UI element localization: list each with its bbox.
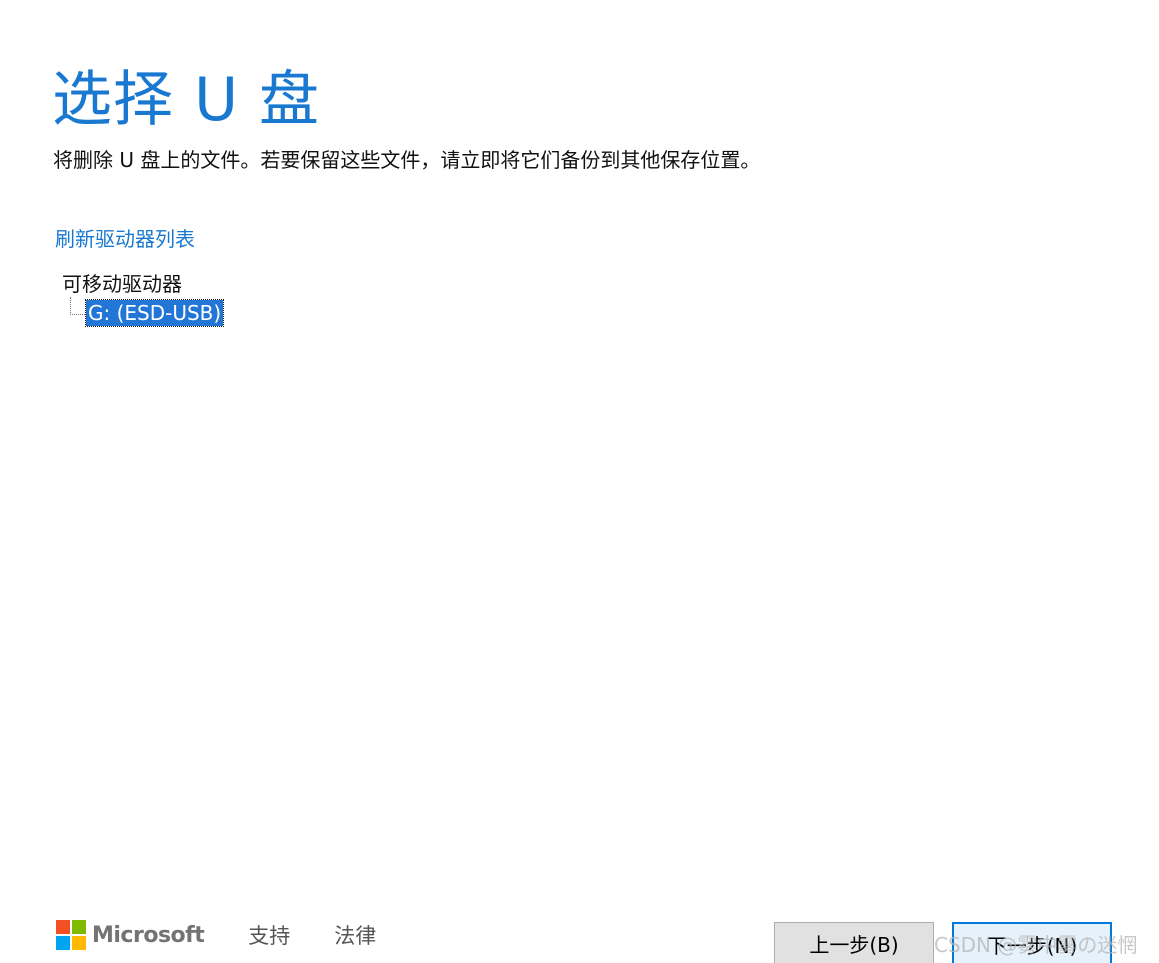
- tree-root-removable-drives[interactable]: 可移动驱动器: [62, 270, 223, 298]
- logo-square-green: [72, 920, 86, 934]
- tree-connector-line: [70, 297, 85, 315]
- page-title: 选择 U 盘: [52, 65, 321, 135]
- page-subtitle: 将删除 U 盘上的文件。若要保留这些文件，请立即将它们备份到其他保存位置。: [53, 148, 761, 172]
- drive-tree: 可移动驱动器 G: (ESD-USB): [62, 270, 225, 328]
- back-button[interactable]: 上一步(B): [774, 922, 934, 963]
- support-link[interactable]: 支持: [248, 920, 290, 950]
- footer: Microsoft 支持 法律: [56, 918, 376, 952]
- legal-link[interactable]: 法律: [334, 920, 376, 950]
- logo-square-red: [56, 920, 70, 934]
- refresh-drive-list-link[interactable]: 刷新驱动器列表: [55, 225, 195, 253]
- tree-item: G: (ESD-USB): [62, 297, 225, 328]
- watermark: CSDN @雾中雾の迷惘: [934, 933, 1138, 957]
- logo-square-yellow: [72, 936, 86, 950]
- drive-item-g[interactable]: G: (ESD-USB): [84, 299, 225, 327]
- microsoft-brand-text: Microsoft: [92, 922, 205, 948]
- logo-square-blue: [56, 936, 70, 950]
- media-creation-tool-window: 选择 U 盘 将删除 U 盘上的文件。若要保留这些文件，请立即将它们备份到其他保…: [0, 0, 1159, 963]
- microsoft-logo-icon: [56, 920, 86, 950]
